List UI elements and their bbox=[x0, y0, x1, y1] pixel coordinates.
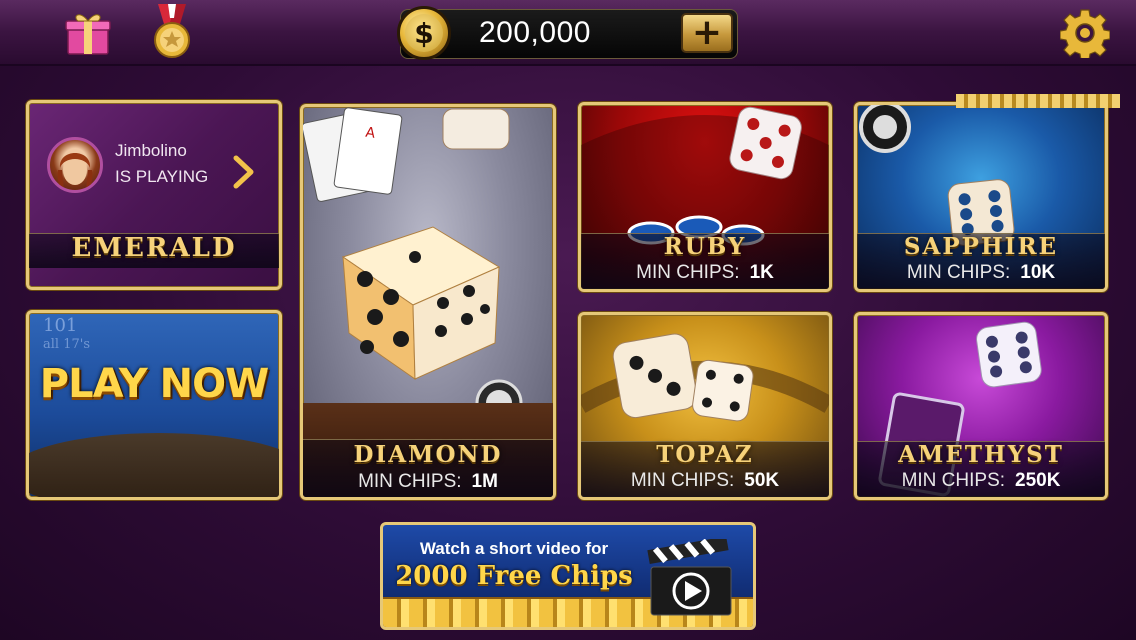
room-name: TOPAZ bbox=[656, 441, 754, 468]
min-chips-value: 250K bbox=[1015, 470, 1061, 491]
min-chips: MIN CHIPS: 10K bbox=[857, 262, 1105, 284]
min-chips-label: MIN CHIPS: bbox=[901, 470, 1006, 491]
gear-icon[interactable] bbox=[1060, 8, 1110, 58]
balance-value: 200,000 bbox=[479, 16, 591, 49]
player-name: Jimbolino bbox=[115, 141, 187, 160]
room-sapphire[interactable]: SAPPHIRE MIN CHIPS: 10K bbox=[854, 102, 1108, 292]
player-status: IS PLAYING bbox=[115, 167, 209, 186]
room-name: DIAMOND bbox=[353, 441, 503, 468]
room-diamond[interactable]: A DIAMOND MIN CHIPS: 1M bbox=[300, 104, 556, 500]
min-chips: MIN CHIPS: 1K bbox=[581, 262, 829, 284]
top-bar: $ 200,000 + bbox=[0, 0, 1136, 66]
room-topaz[interactable]: TOPAZ MIN CHIPS: 50K bbox=[578, 312, 832, 500]
chevron-right-icon[interactable] bbox=[233, 155, 255, 189]
medal-icon[interactable] bbox=[150, 4, 194, 60]
banner-line2: 2000 Free Chips bbox=[395, 561, 633, 591]
min-chips-value: 1M bbox=[471, 471, 498, 492]
table-rail bbox=[29, 433, 279, 497]
room-emerald[interactable]: Jimbolino IS PLAYING EMERALD bbox=[26, 100, 282, 290]
room-name: RUBY bbox=[663, 233, 747, 260]
clapperboard-play-icon bbox=[647, 539, 732, 616]
watch-video-banner[interactable]: Watch a short video for 2000 Free Chips bbox=[380, 522, 756, 630]
table-marking: 101 bbox=[43, 315, 78, 336]
min-chips-label: MIN CHIPS: bbox=[636, 262, 740, 283]
min-chips-value: 50K bbox=[744, 470, 780, 491]
add-chips-button[interactable]: + bbox=[681, 13, 733, 53]
room-name: SAPPHIRE bbox=[903, 233, 1059, 260]
min-chips-label: MIN CHIPS: bbox=[630, 470, 735, 491]
room-amethyst[interactable]: AMETHYST MIN CHIPS: 250K bbox=[854, 312, 1108, 500]
room-name: EMERALD bbox=[71, 233, 237, 263]
playing-cards-icon: A bbox=[303, 107, 403, 202]
avatar bbox=[47, 137, 103, 193]
room-ruby[interactable]: RUBY MIN CHIPS: 1K bbox=[578, 102, 832, 292]
min-chips: MIN CHIPS: 50K bbox=[581, 470, 829, 492]
min-chips-label: MIN CHIPS: bbox=[358, 471, 462, 492]
min-chips-value: 1K bbox=[749, 262, 774, 283]
min-chips: MIN CHIPS: 250K bbox=[857, 470, 1105, 492]
new-ribbon bbox=[956, 94, 1120, 108]
banner-line1: Watch a short video for bbox=[419, 539, 609, 558]
table-marking: all 17's bbox=[43, 337, 90, 352]
play-now-tile[interactable]: 101 all 17's PLAY NOW bbox=[26, 310, 282, 500]
room-name: AMETHYST bbox=[898, 441, 1064, 468]
gift-icon[interactable] bbox=[64, 8, 112, 56]
min-chips-label: MIN CHIPS: bbox=[906, 262, 1011, 283]
play-now-button[interactable]: PLAY NOW bbox=[29, 361, 279, 407]
min-chips-value: 10K bbox=[1020, 262, 1056, 283]
min-chips: MIN CHIPS: 1M bbox=[303, 471, 553, 493]
dollar-coin-icon: $ bbox=[397, 6, 451, 60]
chip-balance: $ 200,000 + bbox=[397, 6, 738, 60]
player-portrait-icon bbox=[57, 153, 93, 190]
